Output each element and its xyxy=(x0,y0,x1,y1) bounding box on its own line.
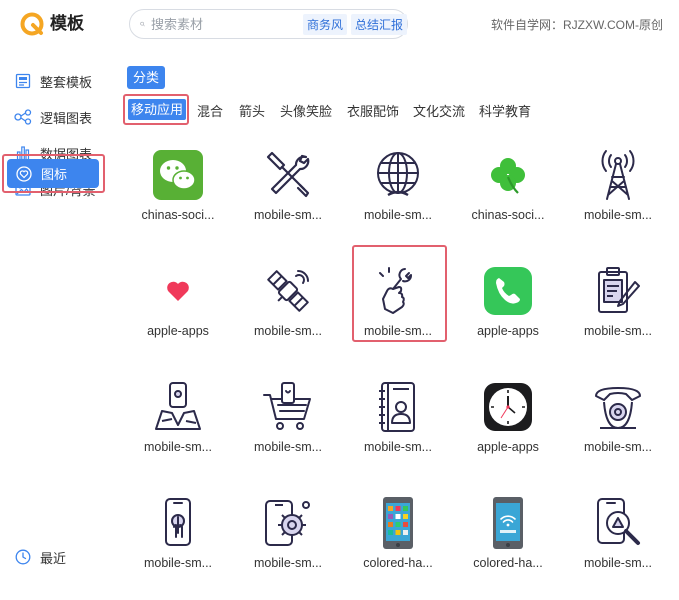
clock-icon xyxy=(14,548,32,566)
icon-tile[interactable]: mobile-sm... xyxy=(233,370,343,480)
clock-app-icon xyxy=(479,378,537,436)
icon-tile[interactable]: mobile-sm... xyxy=(233,138,343,248)
icon-tile-label: mobile-sm... xyxy=(253,324,323,338)
logo-title: 模板 xyxy=(50,14,84,33)
colored-phone-wifi-icon xyxy=(479,494,537,552)
icon-tile-label: mobile-sm... xyxy=(363,324,433,338)
search-box[interactable]: 商务风 总结汇报 xyxy=(129,9,408,39)
subtab-clothing[interactable]: 衣服配饰 xyxy=(347,101,399,120)
sidebar-item-templates[interactable]: 整套模板 xyxy=(10,67,104,95)
icon-tile[interactable]: mobile-sm... xyxy=(563,370,673,480)
sidebar-item-recent[interactable]: 最近 xyxy=(10,543,104,571)
icon-tile[interactable]: mobile-sm... xyxy=(563,138,673,248)
phone-touch-icon xyxy=(149,494,207,552)
subtab-avatars[interactable]: 头像笑脸 xyxy=(280,101,332,120)
icon-tile-label: mobile-sm... xyxy=(583,556,653,570)
top-header: 模板 商务风 总结汇报 软件自学网：RJZXW.COM-原创 xyxy=(0,0,679,52)
icon-tile-label: mobile-sm... xyxy=(363,440,433,454)
icon-tile-label: mobile-sm... xyxy=(253,556,323,570)
logic-diagram-icon xyxy=(14,108,32,126)
icon-tile-label: chinas-soci... xyxy=(141,208,215,222)
sidebar-item-label: 最近 xyxy=(40,550,67,566)
icon-tile[interactable]: mobile-sm... xyxy=(123,486,233,596)
sidebar-item-label: 图标 xyxy=(41,167,68,182)
icon-tile[interactable]: apple-apps xyxy=(123,254,233,364)
icon-tile[interactable]: chinas-soci... xyxy=(123,138,233,248)
satellite-icon xyxy=(259,262,317,320)
icon-tile[interactable]: mobile-sm... xyxy=(123,370,233,480)
icon-tile-label: apple-apps xyxy=(477,324,539,338)
icon-tile-label: apple-apps xyxy=(147,324,209,338)
site-watermark-text: 软件自学网：RJZXW.COM-原创 xyxy=(491,18,663,32)
icon-tile[interactable]: mobile-sm... xyxy=(233,254,343,364)
icon-tile-label: mobile-sm... xyxy=(253,208,323,222)
icon-tile[interactable]: colored-ha... xyxy=(343,486,453,596)
icon-tile-selected[interactable]: mobile-sm... xyxy=(343,254,453,364)
icon-tile-label: mobile-sm... xyxy=(363,208,433,222)
logo-icon xyxy=(20,12,44,36)
signal-tower-icon xyxy=(589,146,647,204)
icon-tile-label: mobile-sm... xyxy=(583,208,653,222)
icon-tile-label: colored-ha... xyxy=(363,556,433,570)
icon-tile-label: mobile-sm... xyxy=(143,556,213,570)
sidebar-item-logic[interactable]: 逻辑图表 xyxy=(10,103,104,131)
phone-map-icon xyxy=(149,378,207,436)
phone-search-icon xyxy=(589,494,647,552)
address-book-icon xyxy=(369,378,427,436)
icon-tile-label: mobile-sm... xyxy=(583,324,653,338)
icon-tile-label: apple-apps xyxy=(477,440,539,454)
icon-tile[interactable]: apple-apps xyxy=(453,370,563,480)
phone-gear-icon xyxy=(259,494,317,552)
globe-icon xyxy=(369,146,427,204)
heart-icon xyxy=(149,262,207,320)
rotary-phone-icon xyxy=(589,378,647,436)
colored-phone-apps-icon xyxy=(369,494,427,552)
search-tag-business[interactable]: 商务风 xyxy=(302,13,347,35)
sidebar: 整套模板 逻辑图表 数据图表 图片/背景 xyxy=(0,52,112,600)
wrench-screwdriver-icon xyxy=(259,146,317,204)
icon-tile[interactable]: mobile-sm... xyxy=(343,138,453,248)
icon-tile[interactable]: chinas-soci... xyxy=(453,138,563,248)
wechat-icon xyxy=(149,146,207,204)
subtab-science[interactable]: 科学教育 xyxy=(479,101,531,120)
template-grid-icon xyxy=(14,72,32,90)
app-logo[interactable]: 模板 xyxy=(20,12,84,36)
sidebar-item-label: 逻辑图表 xyxy=(40,110,93,126)
icon-tile[interactable]: mobile-sm... xyxy=(563,254,673,364)
phone-app-icon xyxy=(479,262,537,320)
search-tag-report[interactable]: 总结汇报 xyxy=(350,13,407,35)
search-input[interactable] xyxy=(150,16,281,32)
subtab-mobile-apps[interactable]: 移动应用 xyxy=(128,99,187,120)
search-icon xyxy=(140,21,145,27)
icon-tile[interactable]: mobile-sm... xyxy=(233,486,343,596)
hand-wrench-icon xyxy=(369,262,427,320)
icon-tile-label: chinas-soci... xyxy=(471,208,545,222)
heart-badge-icon xyxy=(15,165,33,183)
icon-tile-label: mobile-sm... xyxy=(253,440,323,454)
icon-tile-label: mobile-sm... xyxy=(143,440,213,454)
icon-tile[interactable]: mobile-sm... xyxy=(563,486,673,596)
category-title: 分类 xyxy=(127,66,166,89)
sidebar-item-label: 整套模板 xyxy=(40,74,93,90)
sidebar-item-icons[interactable]: 图标 xyxy=(7,159,99,188)
icon-tile[interactable]: apple-apps xyxy=(453,254,563,364)
subtab-arrows[interactable]: 箭头 xyxy=(239,101,265,120)
clipboard-pen-icon xyxy=(589,262,647,320)
clover-icon xyxy=(479,146,537,204)
shopping-cart-icon xyxy=(259,378,317,436)
subtab-mixed[interactable]: 混合 xyxy=(197,101,223,120)
icon-tile-label: colored-ha... xyxy=(473,556,543,570)
icon-tile-label: mobile-sm... xyxy=(583,440,653,454)
icon-tile[interactable]: mobile-sm... xyxy=(343,370,453,480)
icon-tile[interactable]: colored-ha... xyxy=(453,486,563,596)
subtab-culture[interactable]: 文化交流 xyxy=(413,101,465,120)
